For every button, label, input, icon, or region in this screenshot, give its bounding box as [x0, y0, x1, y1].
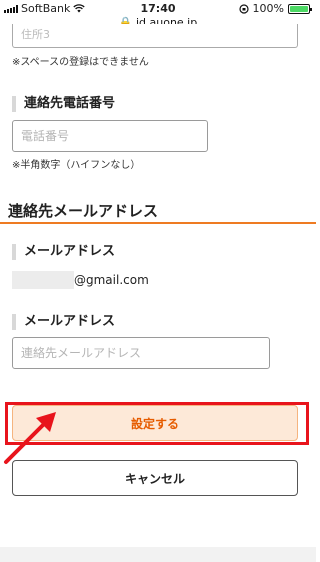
phone-input[interactable]: [13, 121, 207, 151]
status-right: 100%: [238, 2, 312, 15]
current-email-label: メールアドレス: [12, 244, 115, 260]
submit-label: 設定する: [130, 416, 179, 431]
section-divider: [0, 222, 316, 224]
footer-band: [0, 547, 316, 562]
battery-fill: [290, 5, 308, 12]
address3-placeholder: 住所3: [21, 28, 50, 41]
email-suffix: @gmail.com: [74, 273, 149, 287]
email-redaction: [12, 271, 74, 289]
email-input[interactable]: [13, 338, 269, 368]
phone-note: ※半角数字（ハイフンなし）: [12, 160, 141, 171]
battery-icon: [288, 3, 312, 14]
phone-field[interactable]: [12, 120, 208, 152]
submit-button[interactable]: 設定する: [12, 405, 298, 441]
new-email-label: メールアドレス: [12, 314, 115, 330]
address3-input[interactable]: 住所3: [12, 24, 298, 48]
cancel-button[interactable]: キャンセル: [12, 460, 298, 496]
current-email-value: @gmail.com: [12, 270, 149, 290]
section-title: 連絡先メールアドレス: [8, 202, 159, 220]
battery-percent: 100%: [252, 2, 284, 15]
status-bar: SoftBank 17:40 100%: [0, 0, 316, 16]
email-field[interactable]: [12, 337, 270, 369]
address-note: ※スペースの登録はできません: [12, 57, 149, 68]
cancel-label: キャンセル: [124, 471, 185, 486]
phone-label: 連絡先電話番号: [12, 96, 115, 112]
orientation-lock-icon: [238, 3, 249, 14]
